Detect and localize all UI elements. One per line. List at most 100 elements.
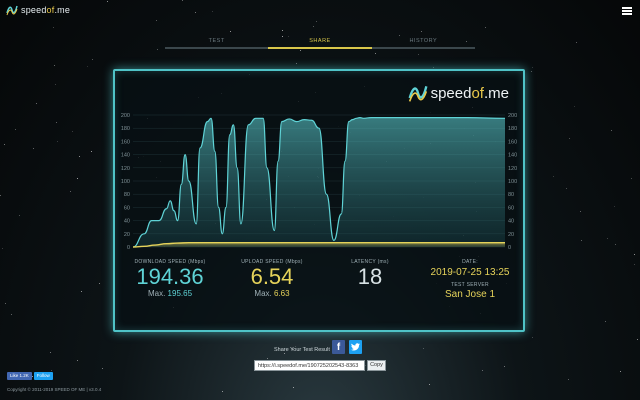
star	[266, 357, 268, 359]
star	[87, 65, 89, 67]
y-tick-label-right: 20	[508, 232, 514, 238]
star	[630, 178, 632, 180]
star	[50, 351, 52, 353]
download-area	[133, 117, 505, 247]
star	[300, 50, 302, 52]
star	[55, 84, 57, 86]
star	[607, 238, 609, 240]
star	[288, 36, 290, 38]
y-tick-label-right: 200	[508, 113, 517, 119]
y-tick-label-left: 180	[121, 126, 130, 132]
speed-chart: 0 0 20 20 40 40 60 60 80 80 100 100 120 120 140 140 160 1…	[121, 113, 517, 251]
facebook-like-button[interactable]: Like 1.2K	[7, 372, 32, 380]
date-stat: DATE: 2019-07-25 13:25 TEST SERVER San J…	[420, 259, 520, 300]
copyright-text: Copyright © 2011-2019 SPEED OF ME | v3.0…	[7, 387, 102, 392]
star	[194, 11, 196, 13]
y-tick-label-right: 60	[508, 205, 514, 211]
y-tick-label-right: 100	[508, 179, 517, 185]
star	[101, 368, 103, 370]
star	[374, 52, 376, 54]
star	[98, 282, 100, 284]
tab-share[interactable]: SHARE	[268, 38, 372, 49]
y-tick-label-right: 140	[508, 153, 517, 159]
star	[57, 141, 59, 143]
star	[33, 147, 35, 149]
star	[15, 129, 17, 131]
star	[605, 321, 607, 323]
y-tick-label-left: 100	[121, 179, 130, 185]
star	[482, 369, 484, 371]
copy-button[interactable]: Copy	[367, 360, 386, 371]
star	[611, 129, 613, 131]
star	[157, 48, 159, 50]
star	[2, 247, 4, 249]
star	[579, 211, 581, 213]
y-tick-label-right: 180	[508, 126, 517, 132]
star	[429, 384, 431, 386]
app-logo[interactable]: speedof.me	[6, 4, 70, 16]
y-tick-label-left: 60	[124, 205, 130, 211]
latency-value: 18	[357, 264, 383, 289]
star	[417, 54, 419, 56]
y-tick-label-right: 40	[508, 219, 514, 225]
star	[422, 347, 424, 349]
star	[230, 30, 232, 32]
y-tick-label-left: 40	[124, 219, 130, 225]
twitter-follow-button[interactable]: Follow	[33, 372, 53, 380]
y-tick-label-left: 160	[121, 139, 130, 145]
star	[531, 337, 533, 339]
y-tick-label-right: 0	[508, 245, 511, 251]
star	[636, 339, 638, 341]
date-value: 2019-07-25 13:25	[430, 267, 510, 278]
star	[580, 239, 582, 241]
star	[619, 370, 621, 372]
latency-stat: LATENCY (ms) 18	[330, 259, 410, 289]
star	[92, 58, 94, 60]
date-label: DATE:	[462, 259, 478, 265]
star	[54, 65, 56, 67]
share-link-input[interactable]: https://i.speedof.me/190725202543-8363	[254, 360, 365, 371]
star	[69, 191, 71, 193]
star	[573, 105, 575, 107]
twitter-share-button[interactable]	[349, 340, 362, 354]
upload-value: 6.54	[250, 264, 294, 289]
server-value: San Jose 1	[444, 289, 496, 300]
star	[615, 243, 617, 245]
star	[633, 263, 635, 265]
star	[72, 131, 74, 133]
facebook-share-button[interactable]: f	[332, 340, 345, 354]
star	[4, 143, 6, 145]
tab-test[interactable]: TEST	[165, 38, 269, 49]
star	[484, 26, 486, 28]
y-tick-label-left: 80	[124, 192, 130, 198]
star	[552, 176, 554, 178]
download-value: 194.36	[136, 264, 204, 289]
star	[614, 205, 616, 207]
star	[53, 27, 55, 29]
star	[77, 177, 79, 179]
y-tick-label-left: 0	[127, 245, 130, 251]
star	[633, 254, 635, 256]
star	[531, 71, 533, 73]
star	[503, 365, 505, 367]
y-tick-label-left: 20	[124, 232, 130, 238]
star	[211, 11, 213, 12]
twitter-icon	[351, 343, 360, 351]
star	[79, 156, 81, 158]
star	[106, 1, 108, 3]
facebook-icon: f	[336, 341, 341, 353]
star	[181, 0, 183, 1]
social-buttons: Like 1.2K Follow	[7, 372, 53, 380]
tab-history[interactable]: HISTORY	[371, 38, 475, 49]
server-label: TEST SERVER	[451, 282, 489, 288]
y-tick-label-right: 120	[508, 166, 517, 172]
star	[576, 41, 578, 43]
star	[18, 214, 20, 216]
star	[364, 365, 366, 367]
star	[56, 122, 58, 124]
star	[155, 20, 157, 22]
upload-max: Max. 6.63	[254, 289, 290, 298]
nav-tabs: TEST SHARE HISTORY	[165, 38, 475, 49]
y-tick-label-left: 200	[121, 113, 130, 119]
hamburger-icon[interactable]	[622, 7, 632, 15]
